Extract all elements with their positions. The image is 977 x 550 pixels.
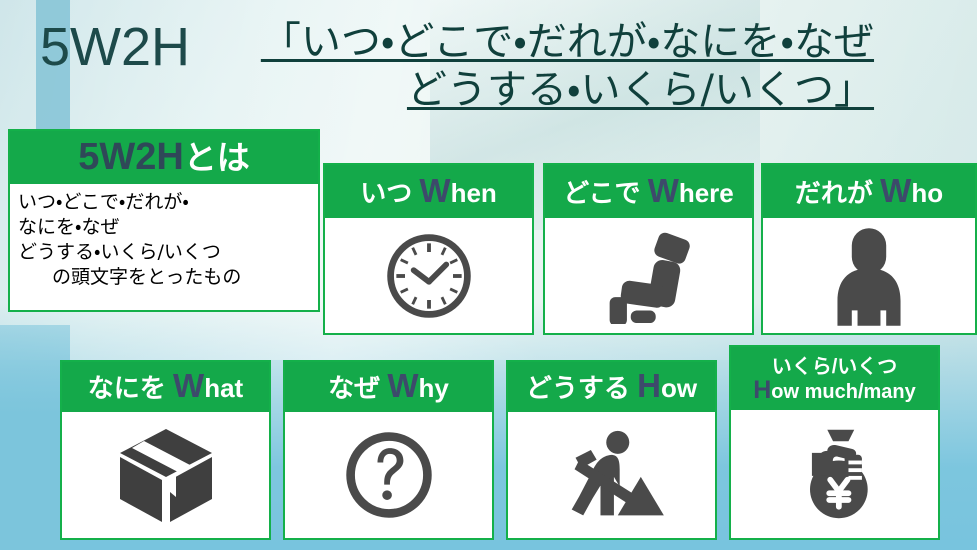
slide-title-row: 5W2H 「いつ・どこで・だれが・なにを・なぜ どうする・いくら/いくつ」 [40, 18, 940, 114]
definition-box-title: 5W2Hとは [78, 138, 250, 176]
card-when-title-jp: いつ [360, 177, 420, 208]
card-who-title-rest: ho [911, 177, 944, 208]
card-how-much-many-title-initial: H [753, 375, 772, 404]
card-what-header: なにを What [62, 362, 269, 412]
card-how-much-many[interactable]: いくら/いくつ How much/many [729, 345, 940, 540]
worker-digging-icon [557, 427, 667, 523]
money-bag-yen-icon [785, 424, 885, 524]
card-when-title-initial: W [419, 171, 451, 209]
card-how[interactable]: どうする How [506, 360, 717, 540]
definition-line-1: いつ・どこで・だれが・ [18, 191, 189, 213]
definition-line-3: どうする・いくら/いくつ [18, 241, 221, 263]
question-mark-icon [341, 427, 437, 523]
card-how-title-jp: どうする [525, 373, 638, 403]
card-who-header: だれが Who [763, 165, 975, 218]
card-why-title-rest: hy [418, 373, 449, 403]
card-what-title-jp: なにを [87, 373, 174, 403]
card-how-title-initial: H [637, 367, 661, 404]
page-title: 5W2H [40, 17, 191, 77]
card-who-title-initial: W [880, 171, 912, 209]
card-where[interactable]: どこで Where [543, 163, 754, 335]
card-when-title: いつ When [360, 174, 497, 208]
card-how-header: どうする How [508, 362, 715, 412]
page-subtitle-line1: 「いつ・どこで・だれが・なにを・なぜ [260, 19, 875, 65]
card-when-title-rest: hen [450, 177, 497, 208]
card-when-header: いつ When [325, 165, 532, 218]
card-where-title: どこで Where [563, 174, 734, 208]
card-who-title: だれが Who [794, 174, 944, 208]
card-where-title-jp: どこで [563, 177, 648, 208]
card-why-body [285, 412, 492, 538]
clock-icon [381, 228, 477, 324]
definition-box-header: 5W2Hとは [10, 131, 318, 184]
card-where-header: どこで Where [545, 165, 752, 218]
card-why-title-initial: W [387, 367, 419, 404]
card-where-title-initial: W [647, 171, 679, 209]
definition-box-body: いつ・どこで・だれが・ なにを・なぜ どうする・いくら/いくつ の頭文字をとった… [10, 184, 318, 310]
page-subtitle: 「いつ・どこで・だれが・なにを・なぜ どうする・いくら/いくつ」 [204, 18, 874, 114]
card-why-title-jp: なぜ [328, 373, 388, 403]
card-how-much-many-title-line2: How much/many [753, 375, 916, 404]
card-why-header: なぜ Why [285, 362, 492, 412]
card-who[interactable]: だれが Who [761, 163, 977, 335]
card-why-title: なぜ Why [328, 369, 449, 403]
person-icon [826, 226, 912, 326]
slide-canvas: 5W2H 「いつ・どこで・だれが・なにを・なぜ どうする・いくら/いくつ」 5W… [0, 0, 977, 550]
card-what-title-initial: W [173, 367, 205, 404]
definition-line-2: なにを・なぜ [18, 216, 120, 238]
page-subtitle-line2: どうする・いくら/いくつ」 [406, 67, 875, 113]
card-where-body [545, 218, 752, 333]
card-how-much-many-title-line1: いくら/いくつ [771, 355, 898, 378]
card-when-body [325, 218, 532, 333]
card-how-body [508, 412, 715, 538]
card-how-title-rest: ow [660, 373, 698, 403]
definition-box: 5W2Hとは いつ・どこで・だれが・ なにを・なぜ どうする・いくら/いくつ の… [8, 129, 320, 312]
seat-icon [595, 228, 703, 324]
card-how-much-many-title-rest: ow much/many [771, 380, 916, 403]
box-icon [114, 423, 218, 527]
card-who-title-jp: だれが [794, 177, 881, 208]
card-what-title: なにを What [87, 369, 244, 403]
card-how-much-many-header: いくら/いくつ How much/many [731, 347, 938, 410]
card-what-title-rest: hat [204, 373, 244, 403]
card-how-title: どうする How [525, 369, 698, 403]
card-who-body [763, 218, 975, 333]
card-what-body [62, 412, 269, 538]
card-where-title-rest: here [678, 177, 734, 208]
card-why[interactable]: なぜ Why [283, 360, 494, 540]
definition-box-title-suffix: とは [183, 139, 250, 176]
definition-box-title-term: 5W2H [78, 136, 184, 178]
card-what[interactable]: なにを What [60, 360, 271, 540]
card-how-much-many-body [731, 410, 938, 538]
card-when[interactable]: いつ When [323, 163, 534, 335]
definition-line-4: の頭文字をとったもの [52, 266, 242, 288]
